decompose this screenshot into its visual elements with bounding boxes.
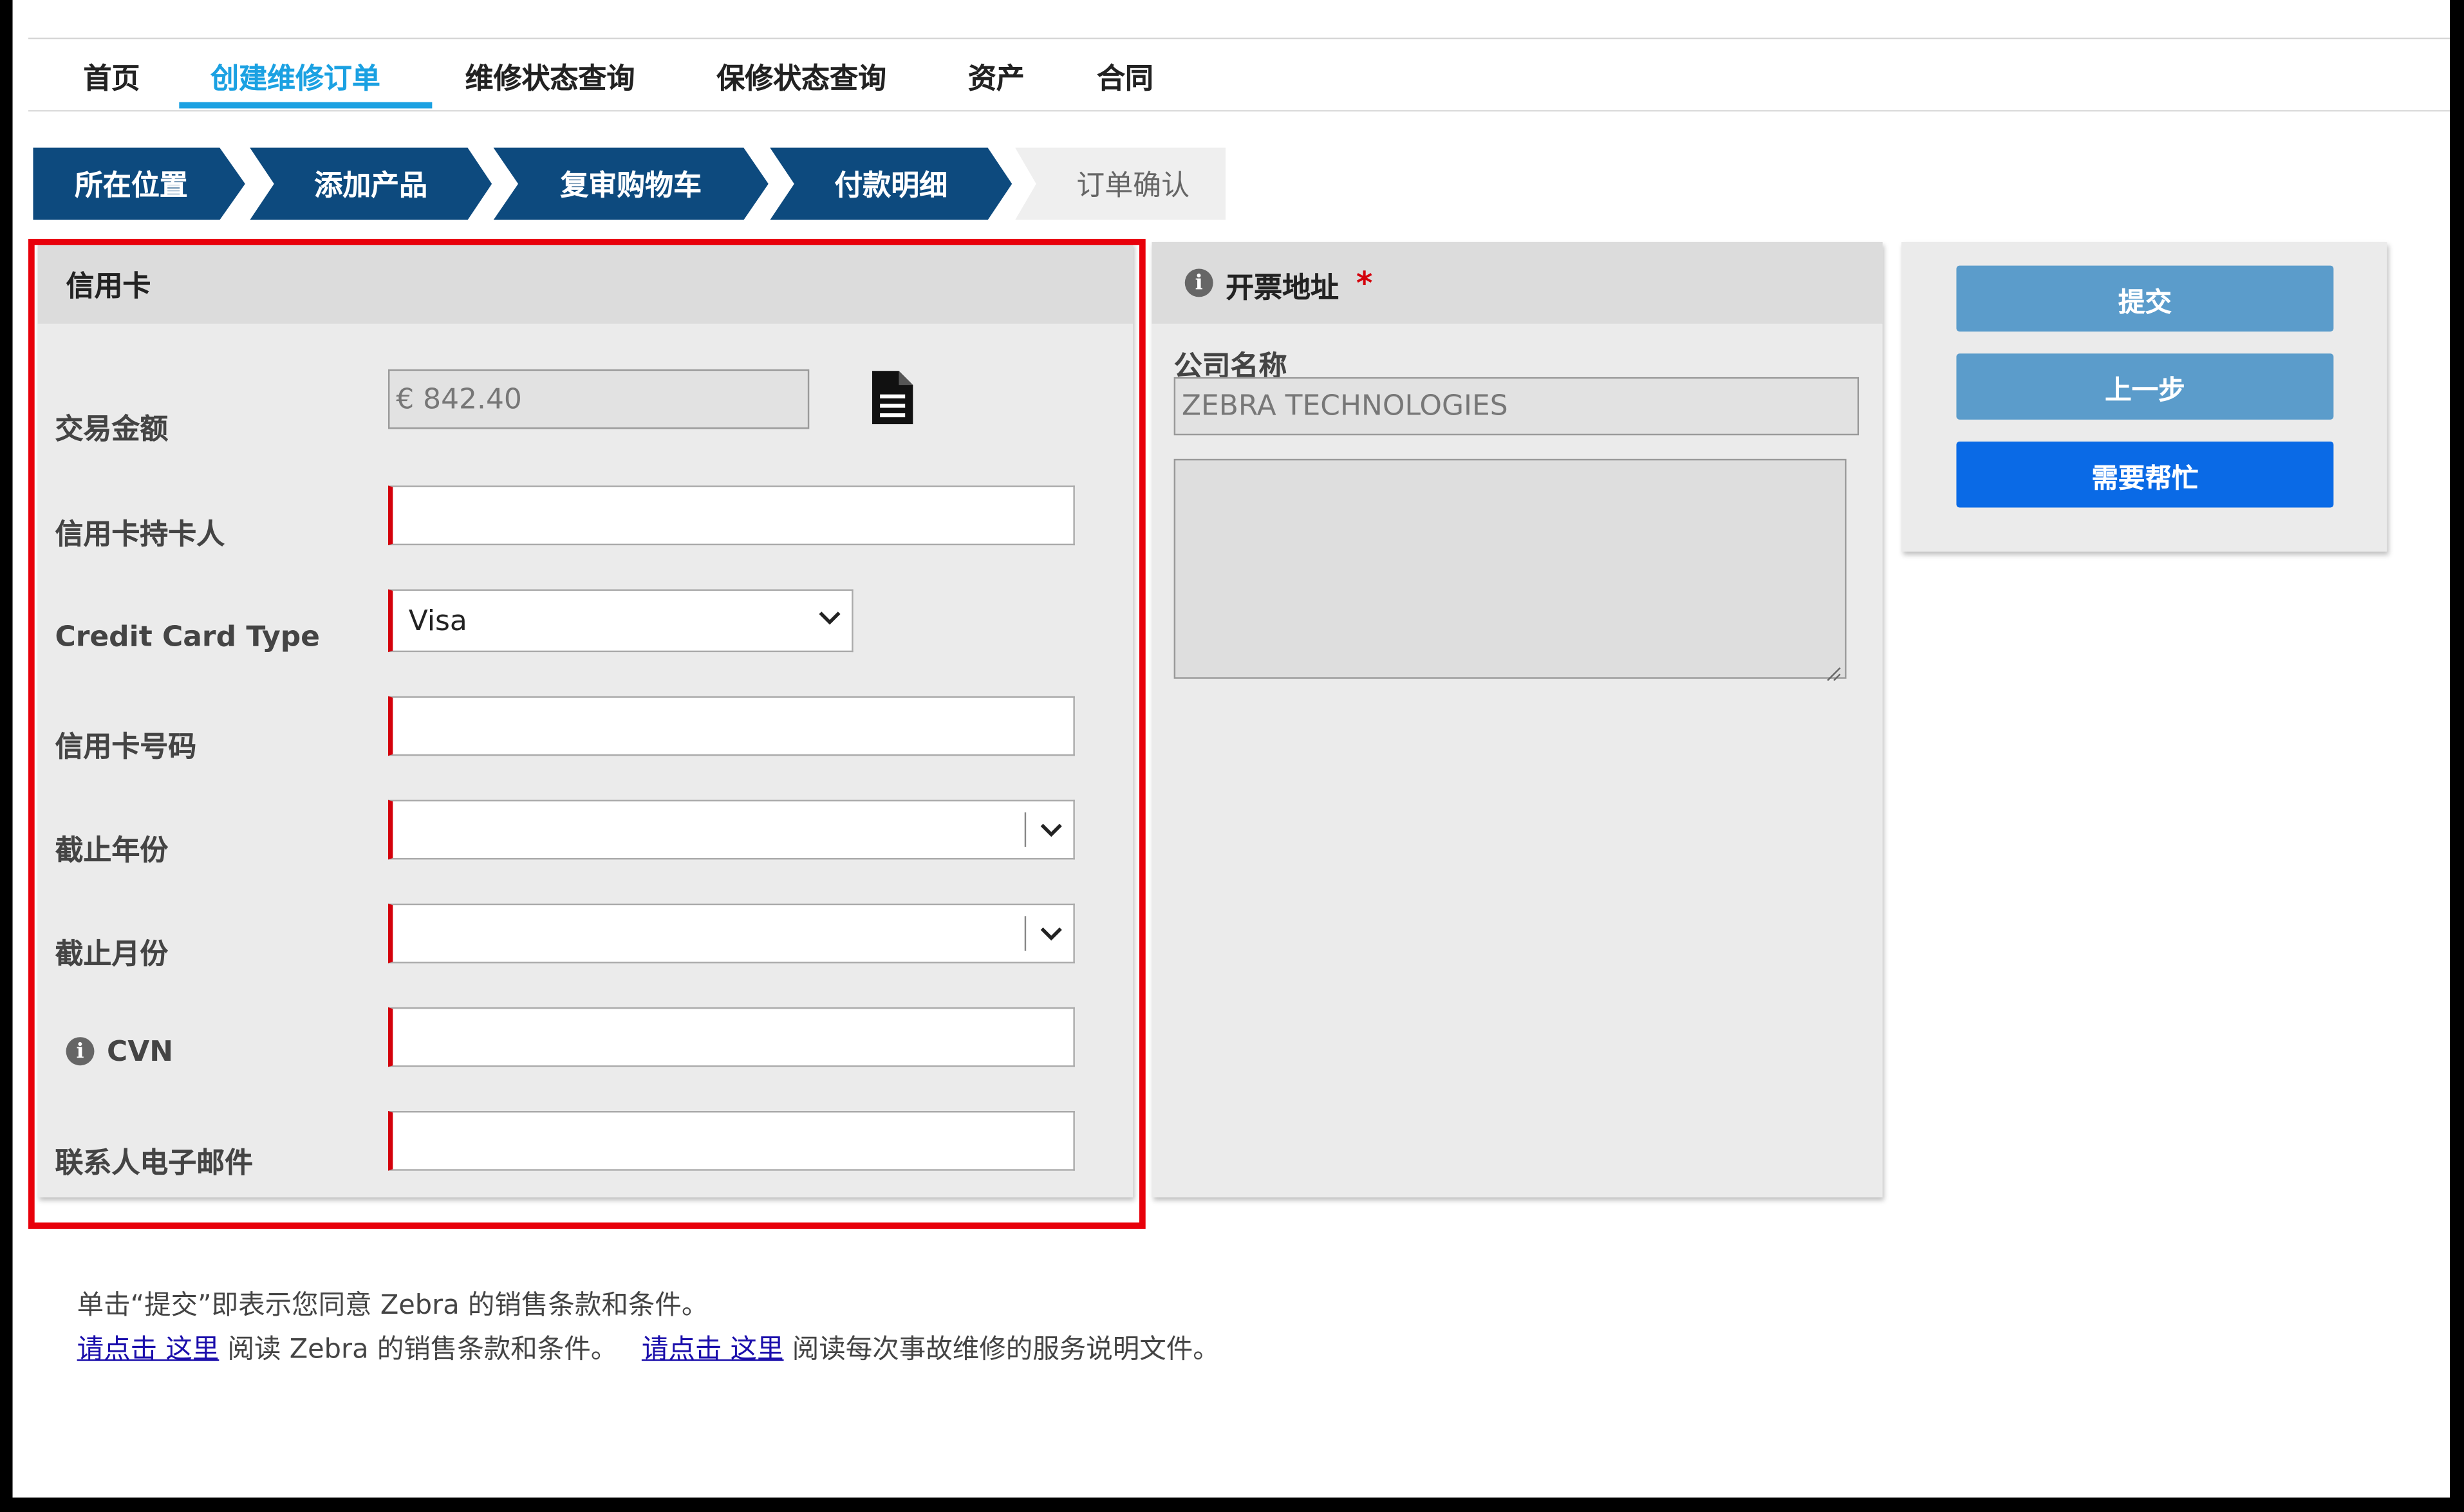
service-description-text: 阅读每次事故维修的服务说明文件。 [783, 1334, 1220, 1366]
step-label: 复审购物车 [560, 169, 702, 203]
billing-panel: i 开票地址 * 公司名称 ZEBRA TECHNOLOGIES [1152, 241, 1883, 1198]
submit-button[interactable]: 提交 [1956, 265, 2334, 332]
step-label: 付款明细 [834, 169, 948, 203]
top-divider [28, 37, 2450, 40]
highlight-box [28, 239, 1146, 1229]
back-button[interactable]: 上一步 [1956, 353, 2334, 420]
actions-panel: 提交 上一步 需要帮忙 [1901, 241, 2387, 552]
nav-divider [28, 109, 2450, 112]
step-payment-details: 付款明细 [770, 147, 1013, 220]
help-button[interactable]: 需要帮忙 [1956, 442, 2334, 508]
company-value: ZEBRA TECHNOLOGIES [1181, 389, 1508, 423]
terms-note: 单击“提交”即表示您同意 Zebra 的销售条款和条件。 [77, 1290, 709, 1322]
step-label: 添加产品 [314, 169, 428, 203]
nav-active-indicator [179, 102, 433, 109]
terms-link[interactable]: 请点击 这里 [77, 1334, 219, 1366]
step-add-products: 添加产品 [250, 147, 492, 220]
terms-link-text: 阅读 Zebra 的销售条款和条件。 [219, 1334, 618, 1366]
nav-warranty-status[interactable]: 保修状态查询 [716, 57, 886, 96]
nav-assets[interactable]: 资产 [968, 57, 1025, 96]
nav-contracts[interactable]: 合同 [1097, 57, 1153, 96]
terms-links-row: 请点击 这里 阅读 Zebra 的销售条款和条件。 请点击 这里 阅读每次事故维… [77, 1326, 1220, 1366]
step-order-confirmation: 订单确认 [1015, 147, 1226, 220]
required-mark: * [1356, 264, 1373, 302]
nav-home[interactable]: 首页 [83, 57, 140, 96]
resize-handle-icon[interactable] [1826, 658, 1842, 681]
nav-create-repair-order[interactable]: 创建维修订单 [210, 57, 380, 96]
info-icon[interactable]: i [1184, 268, 1213, 297]
step-label: 所在位置 [74, 169, 188, 203]
address-textarea[interactable] [1173, 458, 1847, 681]
service-description-link[interactable]: 请点击 这里 [642, 1334, 784, 1366]
step-label: 订单确认 [1076, 169, 1190, 203]
step-review-cart: 复审购物车 [493, 147, 769, 220]
billing-title: 开票地址 [1226, 272, 1339, 305]
page-frame: 首页 创建维修订单 维修状态查询 保修状态查询 资产 合同 所在位置 添加产品 … [12, 0, 2450, 1498]
step-location: 所在位置 [33, 147, 245, 220]
company-field: ZEBRA TECHNOLOGIES [1173, 377, 1860, 436]
nav-repair-status[interactable]: 维修状态查询 [465, 57, 635, 96]
